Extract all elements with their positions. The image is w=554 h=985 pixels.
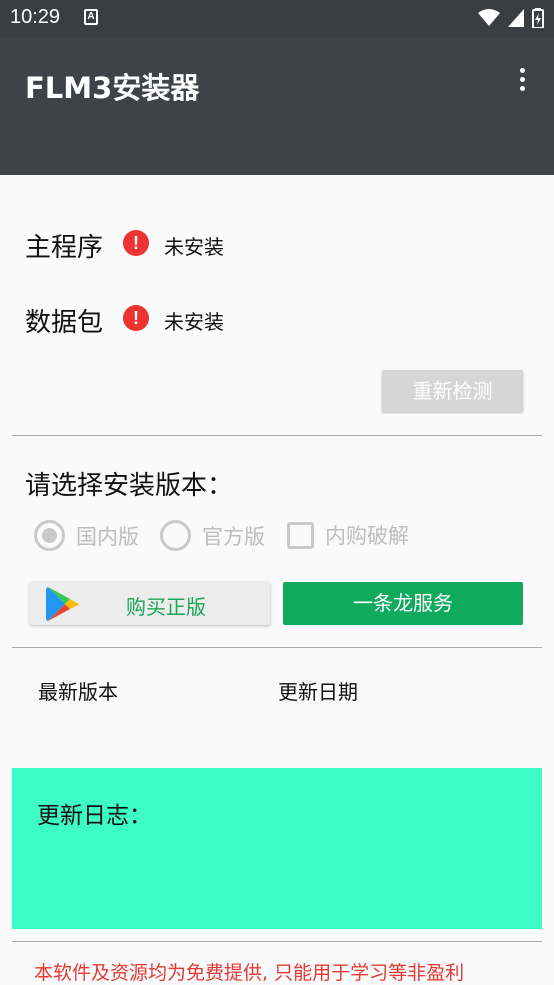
main-program-status: 未安装 [164, 235, 224, 259]
changelog-panel: 更新日志： [12, 768, 542, 929]
data-package-status: 未安装 [164, 310, 224, 334]
status-time: 10:29 [10, 6, 61, 28]
main-program-label: 主程序 [25, 233, 104, 263]
version-select-title: 请选择安装版本： [25, 471, 234, 501]
battery-icon [532, 8, 544, 28]
disclaimer-text: 本软件及资源均为免费提供, 只能用于学习等非盈利 [34, 962, 465, 984]
changelog-title: 更新日志： [37, 803, 152, 829]
divider [12, 941, 542, 942]
option-iap-crack[interactable]: 内购破解 [287, 520, 409, 550]
notification-icon: A [84, 9, 98, 25]
option-domestic[interactable]: 国内版 [34, 520, 139, 551]
one-stop-service-button[interactable]: 一条龙服务 [283, 582, 523, 625]
divider [12, 647, 542, 648]
option-label: 国内版 [76, 524, 139, 549]
option-label: 内购破解 [325, 524, 409, 548]
update-date-label: 更新日期 [278, 680, 358, 704]
more-vert-icon[interactable] [512, 68, 532, 96]
checkbox[interactable] [287, 521, 314, 549]
error-icon: ! [123, 230, 149, 256]
error-icon: ! [123, 305, 149, 331]
status-icons [478, 8, 544, 28]
signal-icon [508, 9, 524, 27]
buy-button[interactable]: 购买正版 [30, 582, 270, 625]
recheck-button[interactable]: 重新检测 [382, 370, 523, 412]
latest-version-label: 最新版本 [38, 680, 118, 704]
option-label: 官方版 [202, 524, 265, 549]
radio-checked[interactable] [34, 520, 65, 551]
buy-button-label: 购买正版 [126, 595, 206, 619]
app-title: FLM3安装器 [25, 71, 200, 105]
wifi-icon [478, 9, 500, 26]
app-bar: FLM3安装器 [0, 37, 554, 175]
google-play-icon [46, 587, 79, 621]
divider [12, 435, 542, 436]
radio-unchecked[interactable] [160, 520, 191, 551]
status-bar: 10:29 A [0, 0, 554, 37]
data-package-label: 数据包 [25, 308, 104, 338]
option-official[interactable]: 官方版 [160, 520, 265, 551]
